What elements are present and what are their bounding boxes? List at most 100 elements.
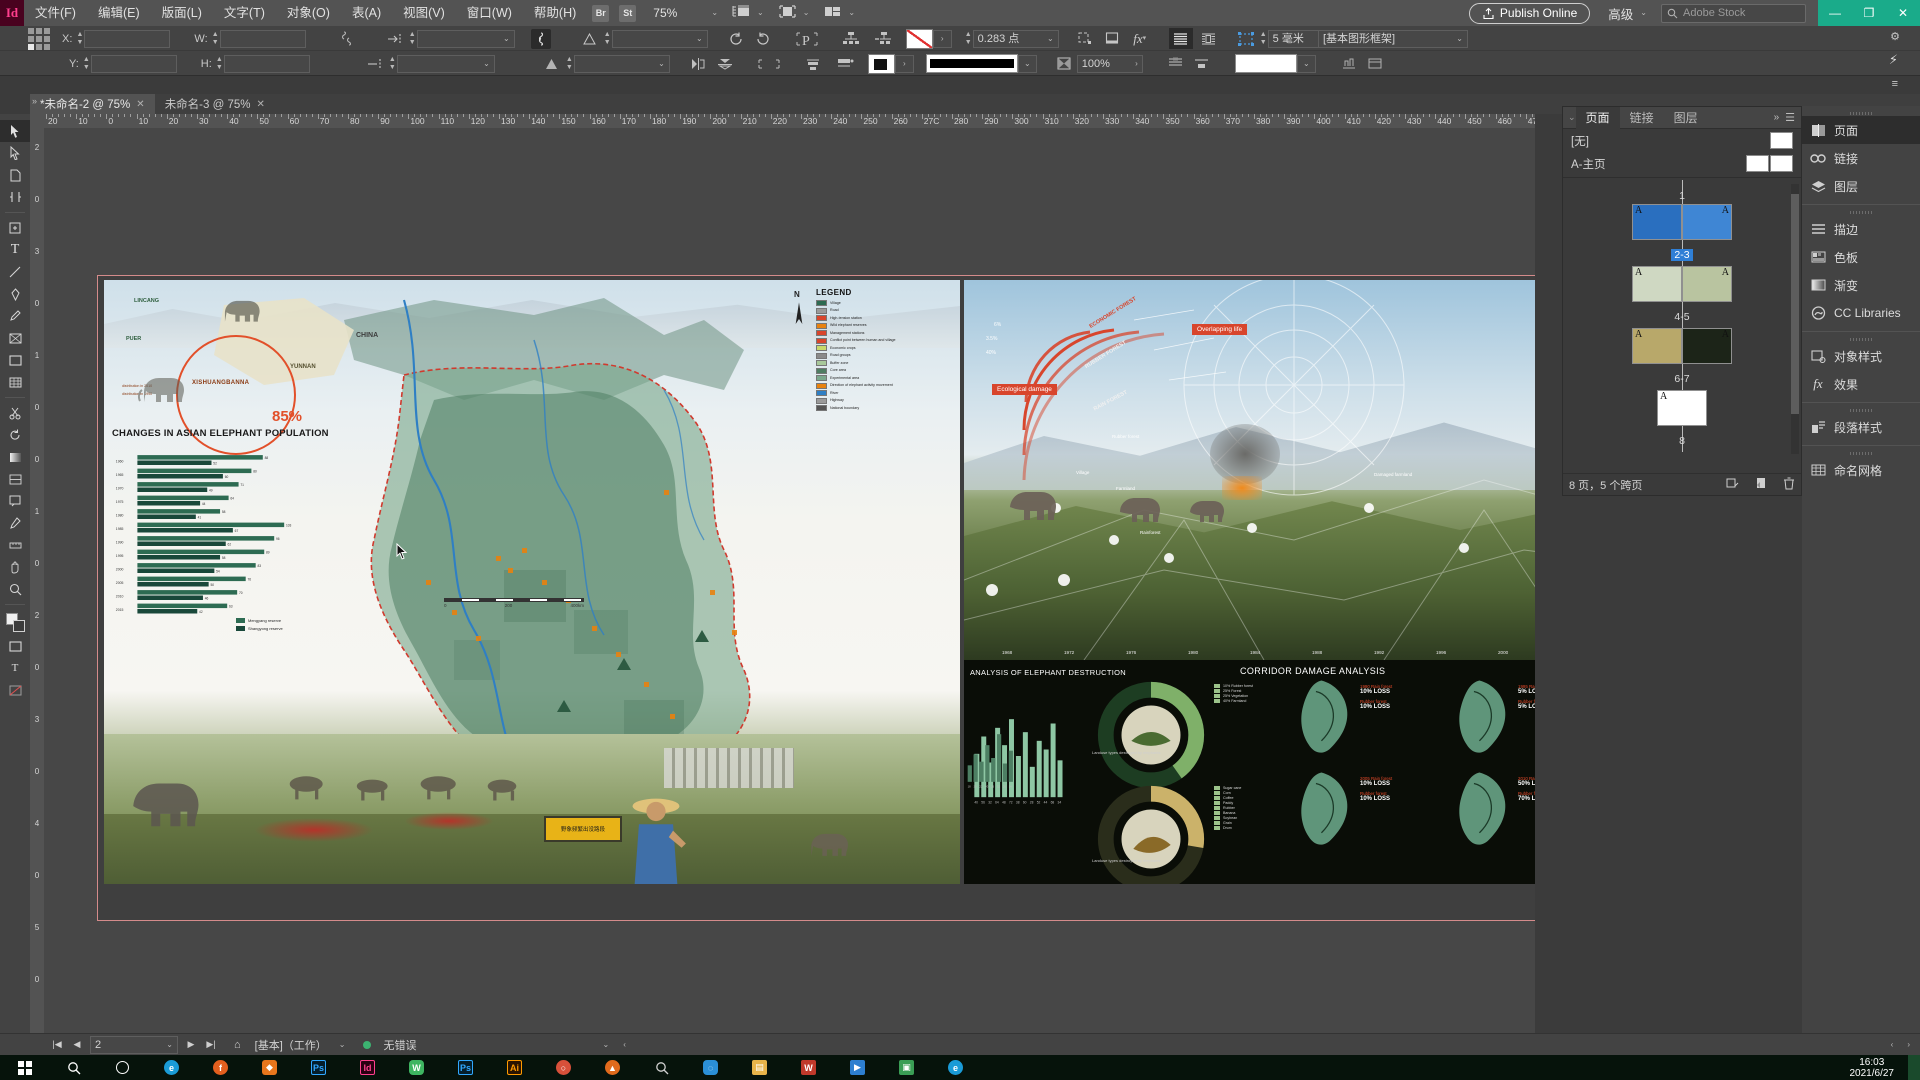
corner-options-icon[interactable] (1075, 29, 1097, 49)
measure-tool[interactable] (0, 534, 30, 556)
adobe-stock-search[interactable]: Adobe Stock (1661, 3, 1806, 23)
minimize-button[interactable]: — (1818, 0, 1852, 26)
x-stepper-icon[interactable]: ▲ ▼ (75, 31, 84, 47)
delete-page-icon[interactable] (1783, 477, 1795, 493)
menu-layout[interactable]: 版面(L) (151, 0, 213, 26)
dock-item-swatches[interactable]: 色板 (1802, 243, 1920, 271)
app-orange-icon[interactable]: ◆ (245, 1055, 294, 1080)
quick-apply-icon[interactable] (1338, 54, 1360, 74)
menu-view[interactable]: 视图(V) (392, 0, 456, 26)
content-collector-tool[interactable] (0, 217, 30, 239)
first-page-icon[interactable]: |◀ (50, 1039, 64, 1050)
opacity-icon[interactable] (1053, 54, 1075, 74)
more-options-icon[interactable] (1364, 54, 1386, 74)
align-bottom-icon[interactable] (1191, 54, 1213, 74)
zoom-dropdown-icon[interactable]: ⌄ (711, 4, 718, 22)
document-tab-2-close-icon[interactable]: ✕ (257, 99, 265, 110)
table-tool[interactable] (0, 371, 30, 393)
scroll-right-icon[interactable]: › (1907, 1036, 1910, 1054)
panel-overflow-icon[interactable]: » (1774, 112, 1786, 123)
y-offset-icon[interactable] (364, 54, 386, 74)
start-button[interactable] (0, 1055, 49, 1080)
dock-item-cc-libraries[interactable]: CC Libraries (1802, 299, 1920, 327)
x-field[interactable] (84, 29, 171, 48)
page-spread-item[interactable]: A A 2-3 (1563, 204, 1801, 263)
w-stepper-icon[interactable]: ▲ ▼ (211, 31, 220, 47)
stroke-style-preview[interactable] (925, 54, 1018, 73)
prev-page-icon[interactable]: ◀ (70, 1039, 84, 1050)
search-app-icon[interactable] (637, 1055, 686, 1080)
screen-mode-icon[interactable] (778, 4, 797, 23)
formatting-affects-container-icon[interactable] (0, 635, 30, 657)
flip-horizontal-icon[interactable] (688, 54, 710, 74)
pages-scrollbar-thumb[interactable] (1791, 194, 1799, 414)
preflight-icon[interactable]: ⌂ (234, 1039, 241, 1051)
shear-icon[interactable] (579, 29, 601, 49)
formatting-affects-text-icon[interactable]: T (0, 657, 30, 679)
stock-badge-icon[interactable]: St (619, 4, 637, 22)
frame-fitting-icon[interactable] (752, 54, 786, 74)
pages-thumbnail-area[interactable]: 1 A A 2-3 A A 4-5 A A 6-7 A 8 (1563, 180, 1801, 458)
wps-icon[interactable]: W (784, 1055, 833, 1080)
dock-item-effects[interactable]: fx 效果 (1802, 370, 1920, 398)
object-style-field[interactable]: [基本图形框架] ⌄ (1318, 30, 1468, 48)
page-spread-item[interactable]: A A 4-5 (1563, 266, 1801, 325)
align-distribute-icon[interactable] (802, 54, 824, 74)
edge-icon[interactable]: e (147, 1055, 196, 1080)
x-offset-icon[interactable] (384, 29, 406, 49)
cortana-icon[interactable] (98, 1055, 147, 1080)
master-thumb-a-right[interactable] (1770, 155, 1793, 172)
stroke-color-swatch[interactable] (905, 28, 933, 49)
pages-panel[interactable]: ⌄ 页面 链接 图层 » ☰ [无] A-主页 1 A A 2-3 A A 4-5 A A 6-7… (1562, 106, 1802, 496)
system-clock[interactable]: 16:03 2021/6/27 (1850, 1057, 1909, 1079)
chrome-icon[interactable]: ○ (539, 1055, 588, 1080)
flip-vertical-icon[interactable] (714, 54, 736, 74)
panel-collapse-icon[interactable]: ⌄ (1563, 112, 1576, 123)
note-tool[interactable] (0, 490, 30, 512)
close-button[interactable]: ✕ (1886, 0, 1920, 26)
page-thumbnail[interactable]: A (1632, 204, 1682, 240)
page-tool[interactable] (0, 164, 30, 186)
panel-tab-layers[interactable]: 图层 (1664, 107, 1708, 129)
dock-item-gradient[interactable]: 渐变 (1802, 271, 1920, 299)
dock-item-pages[interactable]: 页面 (1802, 116, 1920, 144)
last-page-icon[interactable]: ▶| (204, 1039, 218, 1050)
firefox-icon[interactable]: f (196, 1055, 245, 1080)
reference-point-proxy[interactable] (28, 27, 50, 50)
gap-tool[interactable] (0, 186, 30, 208)
pages-scrollbar-track[interactable] (1791, 184, 1799, 454)
preflight-dropdown-icon[interactable]: ⌄ (339, 1036, 346, 1054)
w-field[interactable] (219, 29, 306, 48)
wechat-icon[interactable]: W (392, 1055, 441, 1080)
voffset-stepper-icon[interactable]: ▲ ▼ (388, 56, 397, 72)
document-canvas[interactable]: XISHUANGBANNA 85% LINCANG PUER YUNNAN CH… (44, 128, 1535, 1033)
constrain-proportions-icon[interactable] (336, 29, 358, 49)
new-page-icon[interactable] (1755, 477, 1767, 493)
dock-item-stroke[interactable]: 描边 (1802, 215, 1920, 243)
free-transform-tool[interactable] (0, 424, 30, 446)
fill-stroke-swatch[interactable] (0, 609, 30, 635)
arrange-dropdown-icon[interactable]: ⌄ (848, 4, 855, 22)
y-field[interactable] (90, 54, 177, 73)
notes-icon[interactable]: ▣ (882, 1055, 931, 1080)
media-icon[interactable]: ▶ (833, 1055, 882, 1080)
shear-select[interactable]: ⌄ (611, 29, 708, 48)
flame-icon[interactable]: ▲ (588, 1055, 637, 1080)
rotate-angle-stepper-icon[interactable]: ▲ ▼ (565, 56, 574, 72)
stroke-weight-stepper-icon[interactable]: ▲ ▼ (964, 31, 973, 47)
photoshop-2-icon[interactable]: Ps (441, 1055, 490, 1080)
scissors-tool[interactable] (0, 402, 30, 424)
workspace-dropdown-icon[interactable]: ⌄ (1640, 4, 1647, 22)
h-field[interactable] (223, 54, 310, 73)
transform-proxy-icon[interactable]: P (790, 29, 824, 49)
master-thumb-none[interactable] (1770, 132, 1793, 149)
next-page-icon[interactable]: ▶ (184, 1039, 198, 1050)
direct-selection-tool[interactable] (0, 142, 30, 164)
panel-tab-pages[interactable]: 页面 (1575, 106, 1620, 129)
menu-type[interactable]: 文字(T) (213, 0, 276, 26)
document-tab-2[interactable]: 未命名-3 @ 75% ✕ (155, 94, 275, 114)
object-style-control[interactable]: [基本图形框架] ⌄ (1318, 30, 1468, 48)
bridge-icon[interactable]: Br (592, 4, 610, 22)
stroke-weight-field[interactable]: 0.283 点 ⌄ (972, 29, 1059, 48)
page-spread-item[interactable]: A A 6-7 (1563, 328, 1801, 387)
